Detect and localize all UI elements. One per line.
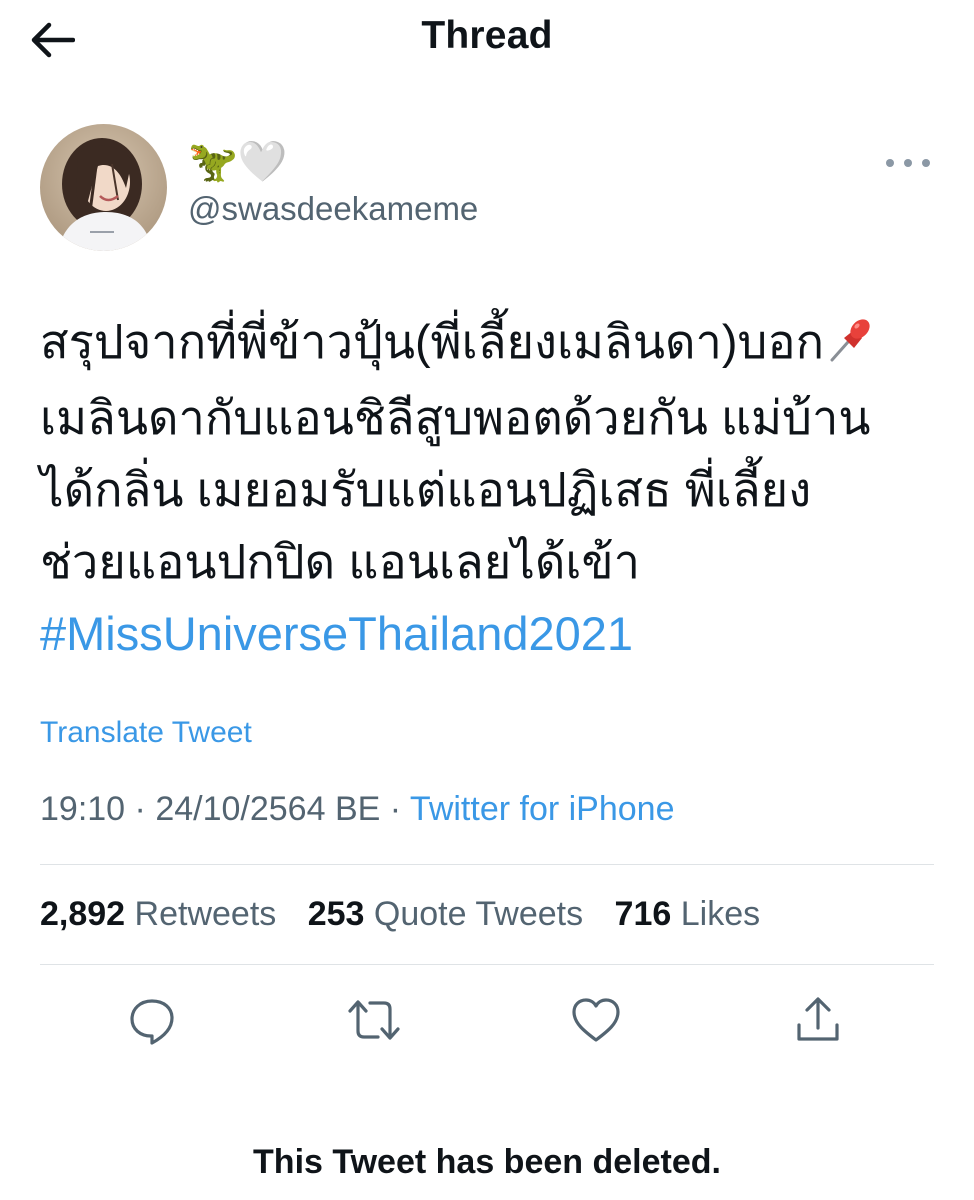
meta-separator: · xyxy=(389,790,402,828)
translate-tweet-link[interactable]: Translate Tweet xyxy=(40,716,252,750)
like-icon xyxy=(572,998,620,1042)
tweet-line: สรุปจากที่พี่ข้าวปุ้น(พี่เลี้ยงเมลินดา)บ… xyxy=(40,306,940,382)
more-horizontal-icon xyxy=(922,159,930,167)
avatar[interactable] xyxy=(40,124,167,251)
hashtag-link[interactable]: #MissUniverseThailand2021 xyxy=(40,598,633,670)
tweet-line-text: สรุปจากที่พี่ข้าวปุ้น(พี่เลี้ยงเมลินดา)บ… xyxy=(40,315,825,368)
quote-tweets-label: Quote Tweets xyxy=(373,895,584,933)
more-options-button[interactable] xyxy=(886,150,930,176)
tweet-thread-page: Thread 🦖🤍 @swasdeekameme สรุปจากที่พี่ข้… xyxy=(0,0,974,1200)
tweet-line: ได้กลิ่น เมยอมรับแต่แอนปฏิเสธ พี่เลี้ยง xyxy=(40,463,812,516)
likes-stat[interactable]: 716 Likes xyxy=(615,895,761,934)
deleted-tweet-notice: This Tweet has been deleted. xyxy=(253,1143,721,1181)
divider xyxy=(40,964,934,965)
quote-tweets-stat[interactable]: 253 Quote Tweets xyxy=(308,895,583,934)
retweets-count: 2,892 xyxy=(40,895,126,933)
more-horizontal-icon xyxy=(904,159,912,167)
divider xyxy=(40,864,934,865)
reply-icon xyxy=(130,999,174,1045)
meta-separator: · xyxy=(134,790,146,828)
tweet-date: 24/10/2564 BE xyxy=(155,790,381,828)
tweet-line: #MissUniverseThailand2021 xyxy=(40,598,940,670)
tweet-metadata: 19:10 · 24/10/2564 BE · Twitter for iPho… xyxy=(40,790,674,829)
retweets-stat[interactable]: 2,892 Retweets xyxy=(40,895,276,934)
share-button[interactable] xyxy=(790,992,846,1048)
like-button[interactable] xyxy=(568,992,624,1048)
tweet-source-link[interactable]: Twitter for iPhone xyxy=(410,790,675,828)
page-title: Thread xyxy=(421,14,553,57)
tweet-text: สรุปจากที่พี่ข้าวปุ้น(พี่เลี้ยงเมลินดา)บ… xyxy=(40,306,940,670)
tweet-time: 19:10 xyxy=(40,790,126,828)
retweets-label: Retweets xyxy=(134,895,277,933)
tweet-line: เมลินดากับแอนชิลีสูบพอตด้วยกัน แม่บ้าน xyxy=(40,391,871,444)
top-bar: Thread xyxy=(0,0,974,80)
more-horizontal-icon xyxy=(886,159,894,167)
share-icon xyxy=(797,997,839,1041)
tweet-action-bar xyxy=(0,992,974,1048)
display-name[interactable]: 🦖🤍 xyxy=(188,138,288,186)
user-handle[interactable]: @swasdeekameme xyxy=(188,190,478,228)
retweet-icon xyxy=(348,1000,400,1040)
likes-label: Likes xyxy=(680,895,761,933)
retweet-button[interactable] xyxy=(346,992,402,1048)
pushpin-icon xyxy=(828,310,874,382)
reply-button[interactable] xyxy=(124,992,180,1048)
likes-count: 716 xyxy=(614,895,672,933)
quote-tweets-count: 253 xyxy=(307,895,365,933)
tweet-line: ช่วยแอนปกปิด แอนเลยได้เข้า xyxy=(40,535,640,588)
tweet-stats: 2,892 Retweets 253 Quote Tweets 716 Like… xyxy=(40,895,782,934)
